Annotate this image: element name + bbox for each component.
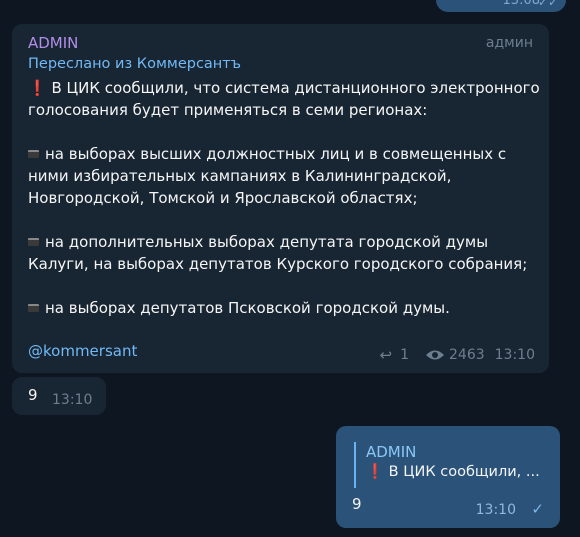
message-text: 9 [28,386,38,404]
reply-icon[interactable]: ↩ [380,346,393,364]
forwarded-from-link[interactable]: Переслано из Коммерсантъ [28,56,241,72]
quote-snippet: В ЦИК сообщили, ... [384,464,540,480]
message-time: 13:10 [52,392,93,408]
list-item-text: на выборах высших должностных лиц и в со… [28,145,507,207]
check-icon: ✓ [531,500,544,518]
list-item: на дополнительных выборах депутата город… [28,231,540,275]
ballot-box-icon [28,238,39,246]
message-time: 13:10 [494,347,535,363]
message-text: 9 [352,495,362,513]
exclamation-icon: ❗ [366,464,385,480]
ballot-box-icon [28,304,39,312]
channel-signature-link[interactable]: @kommersant [28,342,137,360]
eye-icon [426,350,444,360]
list-item: на выборах высших должностных лиц и в со… [28,143,540,209]
admin-badge: админ [485,35,533,51]
previous-outgoing-message[interactable]: 13:08 ✓✓ [436,0,566,12]
outgoing-reply-message[interactable]: ADMIN ❗ В ЦИК сообщили, ... 9 13:10 ✓ [336,426,560,528]
quote-author: ADMIN [366,443,417,461]
list-item-text: на дополнительных выборах депутата город… [28,233,528,273]
list-item: на выборах депутатов Псковской городской… [28,297,540,319]
message-time: 13:08 [502,0,540,8]
message-meta: ↩ 1 2463 13:10 [380,346,536,364]
reply-count: 1 [400,347,409,363]
list-item-text: на выборах депутатов Псковской городской… [45,299,450,317]
quote-text: ❗ В ЦИК сообщили, ... [366,463,544,480]
message-time: 13:10 [475,502,516,518]
incoming-message[interactable]: 9 13:10 [12,377,106,415]
forwarded-message[interactable]: ADMIN админ Переслано из Коммерсантъ ❗ В… [12,24,549,373]
message-text: ❗ В ЦИК сообщили, что система дистанцион… [28,77,540,319]
lead-paragraph: ❗ В ЦИК сообщили, что система дистанцион… [28,77,540,121]
sender-name[interactable]: ADMIN [28,34,78,52]
ballot-box-icon [28,150,39,158]
lead-text: В ЦИК сообщили, что система дистанционно… [28,79,540,119]
view-count: 2463 [449,347,485,363]
reply-quote[interactable]: ADMIN ❗ В ЦИК сообщили, ... [354,442,544,488]
double-check-icon: ✓✓ [537,0,558,9]
exclamation-icon: ❗ [28,79,47,97]
